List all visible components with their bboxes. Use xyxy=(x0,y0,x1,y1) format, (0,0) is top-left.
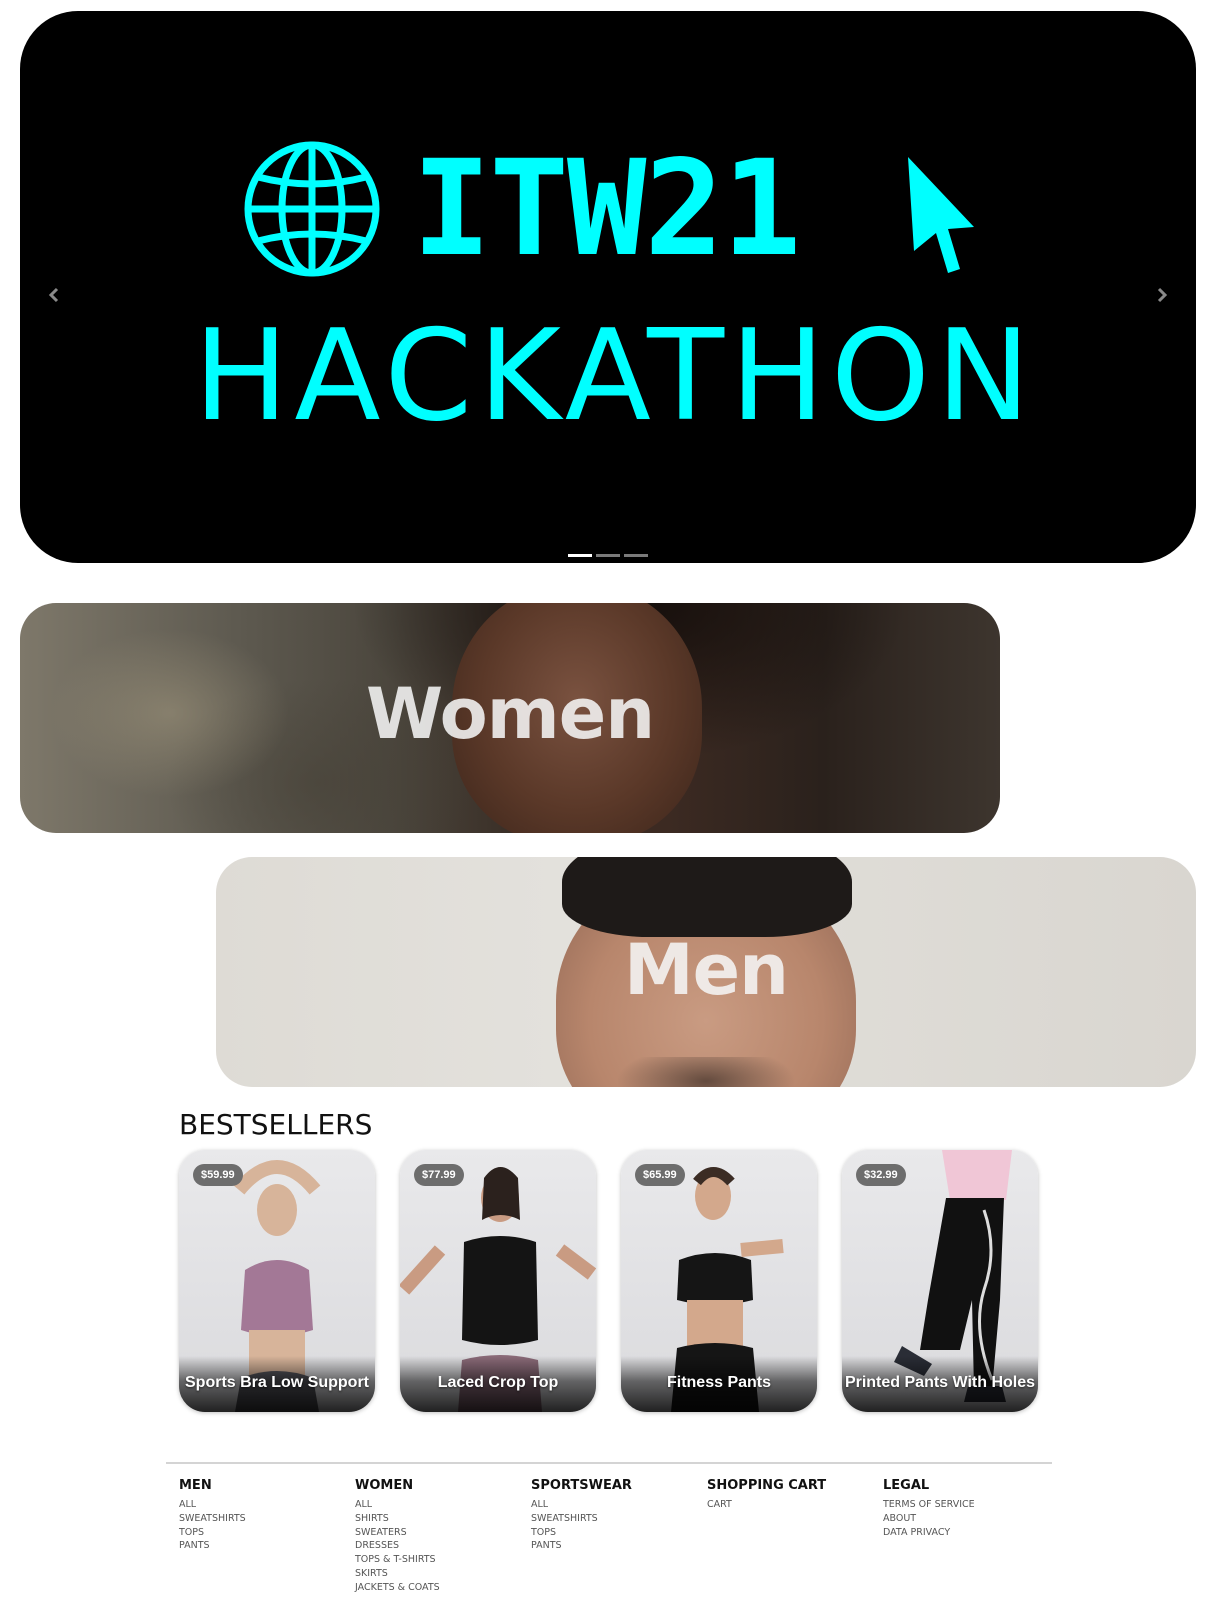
carousel-indicators xyxy=(20,554,1196,557)
footer-link[interactable]: SWEATERS xyxy=(355,1526,525,1540)
hero-title: ITW21 xyxy=(412,132,801,286)
footer-link[interactable]: TOPS xyxy=(531,1526,701,1540)
price-badge: $65.99 xyxy=(635,1164,685,1186)
footer-column-women: WOMEN ALL SHIRTS SWEATERS DRESSES TOPS &… xyxy=(355,1478,525,1595)
footer-link[interactable]: JACKETS & COATS xyxy=(355,1581,525,1595)
footer-heading: MEN xyxy=(179,1478,212,1493)
footer-link[interactable]: PANTS xyxy=(179,1539,349,1553)
footer: MEN ALL SWEATSHIRTS TOPS PANTS WOMEN ALL… xyxy=(179,1478,1059,1598)
price-badge: $77.99 xyxy=(414,1164,464,1186)
product-name: Laced Crop Top xyxy=(437,1374,559,1391)
footer-link[interactable]: DRESSES xyxy=(355,1539,525,1553)
footer-column-shopping-cart: SHOPPING CART CART xyxy=(707,1478,877,1512)
footer-link[interactable]: TOPS & T-SHIRTS xyxy=(355,1553,525,1567)
footer-link[interactable]: DATA PRIVACY xyxy=(883,1526,1053,1540)
footer-link[interactable]: SWEATSHIRTS xyxy=(531,1512,701,1526)
footer-heading: WOMEN xyxy=(355,1478,414,1493)
product-name: Fitness Pants xyxy=(666,1374,772,1391)
footer-column-legal: LEGAL TERMS OF SERVICE ABOUT DATA PRIVAC… xyxy=(883,1478,1053,1539)
product-list: $59.99 Sports Bra Low Support $77.99 Lac… xyxy=(179,1150,1039,1412)
chevron-right-icon[interactable] xyxy=(1150,283,1174,307)
footer-heading: SPORTSWEAR xyxy=(531,1478,632,1493)
section-title: BESTSELLERS xyxy=(179,1108,373,1141)
product-card[interactable]: $77.99 Laced Crop Top xyxy=(400,1150,596,1412)
footer-column-sportswear: SPORTSWEAR ALL SWEATSHIRTS TOPS PANTS xyxy=(531,1478,701,1553)
banner-image xyxy=(562,857,852,937)
footer-link[interactable]: SKIRTS xyxy=(355,1567,525,1581)
category-banner-women[interactable]: Women xyxy=(20,603,1000,833)
footer-heading: LEGAL xyxy=(883,1478,930,1493)
footer-link[interactable]: ABOUT xyxy=(883,1512,1053,1526)
category-label: Women xyxy=(365,673,655,755)
banner-image-beard xyxy=(616,1057,796,1087)
cursor-icon xyxy=(908,157,974,273)
footer-column-men: MEN ALL SWEATSHIRTS TOPS PANTS xyxy=(179,1478,349,1553)
product-name: Printed Pants With Holes xyxy=(844,1374,1036,1391)
chevron-left-icon[interactable] xyxy=(42,283,66,307)
globe-icon xyxy=(244,141,380,277)
footer-link[interactable]: ALL xyxy=(179,1498,349,1512)
footer-heading: SHOPPING CART xyxy=(707,1478,827,1493)
price-badge: $32.99 xyxy=(856,1164,906,1186)
product-card[interactable]: $59.99 Sports Bra Low Support xyxy=(179,1150,375,1412)
footer-link[interactable]: TOPS xyxy=(179,1526,349,1540)
footer-link[interactable]: ALL xyxy=(531,1498,701,1512)
carousel-dot[interactable] xyxy=(568,554,592,557)
category-banner-men[interactable]: Men xyxy=(216,857,1196,1087)
category-label: Men xyxy=(624,929,789,1011)
footer-link[interactable]: SHIRTS xyxy=(355,1512,525,1526)
carousel-dot[interactable] xyxy=(596,554,620,557)
hero-subtitle: HACKATHON xyxy=(193,302,1037,449)
carousel-dot[interactable] xyxy=(624,554,648,557)
footer-link[interactable]: SWEATSHIRTS xyxy=(179,1512,349,1526)
footer-link[interactable]: ALL xyxy=(355,1498,525,1512)
hero-carousel[interactable]: ITW21 HACKATHON xyxy=(20,11,1196,563)
product-card[interactable]: $65.99 Fitness Pants xyxy=(621,1150,817,1412)
hero-logo: ITW21 xyxy=(242,139,1002,279)
footer-link[interactable]: TERMS OF SERVICE xyxy=(883,1498,1053,1512)
price-badge: $59.99 xyxy=(193,1164,243,1186)
product-card[interactable]: $32.99 Printed Pants With Holes xyxy=(842,1150,1038,1412)
product-name: Sports Bra Low Support xyxy=(185,1374,369,1391)
footer-divider xyxy=(166,1462,1052,1464)
footer-link[interactable]: PANTS xyxy=(531,1539,701,1553)
footer-link[interactable]: CART xyxy=(707,1498,877,1512)
